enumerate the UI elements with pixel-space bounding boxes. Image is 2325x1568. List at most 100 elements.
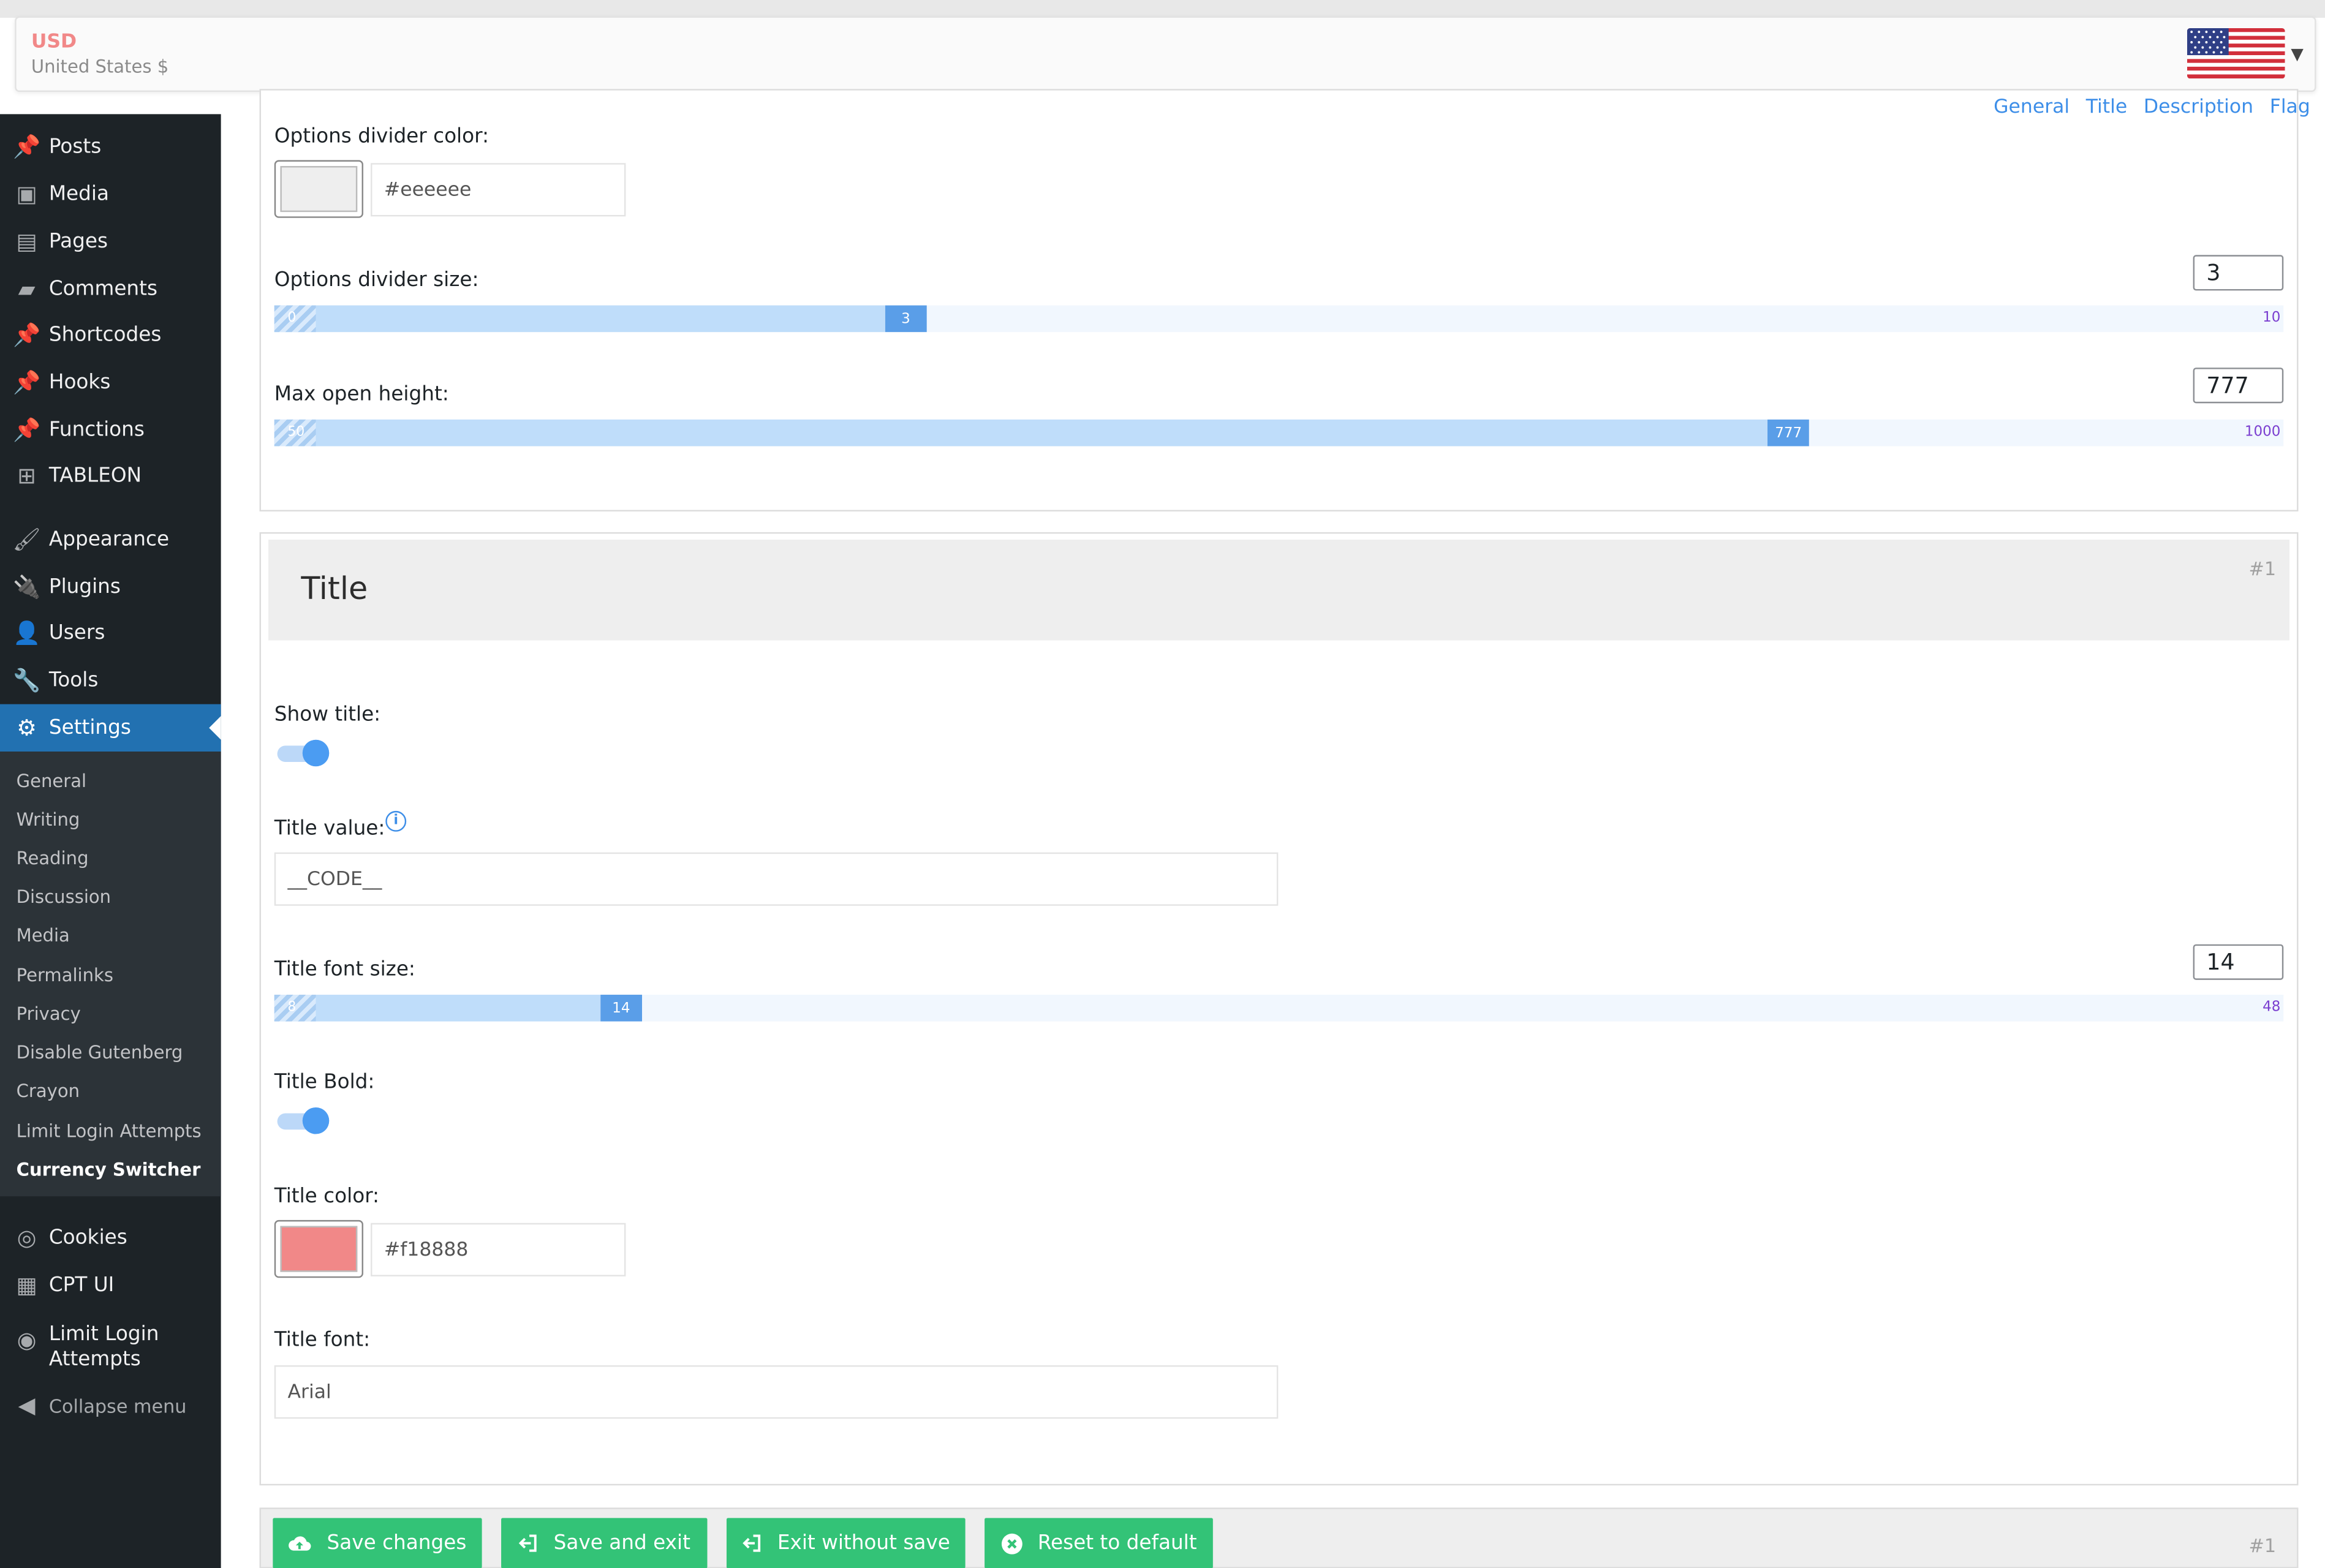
title-section-header: Title #1 [268, 539, 2289, 641]
section-number: #1 [2248, 1534, 2277, 1557]
sidebar-item-cookies[interactable]: ◎ Cookies [0, 1214, 221, 1261]
submenu-crayon[interactable]: Crayon [17, 1080, 80, 1101]
settings-icon: ⚙ [17, 714, 37, 742]
pin-icon: 📌 [12, 322, 41, 349]
submenu-writing[interactable]: Writing [17, 809, 80, 830]
submenu-limit-login-attempts[interactable]: Limit Login Attempts [17, 1121, 202, 1142]
title-color-swatch [280, 1226, 358, 1272]
submenu-discussion[interactable]: Discussion [17, 886, 111, 907]
title-value-label: Title value: [274, 816, 385, 841]
sidebar-item-posts[interactable]: 📌 Posts [0, 123, 221, 170]
toggle-knob [302, 739, 330, 767]
sidebar-item-comments[interactable]: ▰ Comments [0, 265, 221, 312]
max-height-input[interactable]: 777 [2193, 368, 2284, 404]
title-bold-toggle[interactable] [277, 1106, 331, 1136]
sidebar-item-tableon[interactable]: ⊞ TABLEON [0, 452, 221, 499]
title-color-picker[interactable] [274, 1219, 363, 1278]
chevron-down-icon[interactable]: ▼ [2291, 45, 2303, 64]
sidebar-item-media[interactable]: ▣ Media [0, 170, 221, 217]
admin-sidebar: 📌 Posts ▣ Media ▤ Pages ▰ Comments 📌 Shortcod… [0, 114, 221, 1568]
slider-fill [274, 305, 885, 333]
pin-icon: 📌 [12, 369, 41, 396]
cloud-upload-icon [289, 1534, 312, 1552]
currency-name: United States $ [31, 56, 169, 77]
toggle-knob [302, 1107, 330, 1134]
tab-title[interactable]: Title [2086, 96, 2127, 118]
sidebar-item-hooks[interactable]: 📌 Hooks [0, 359, 221, 406]
divider-size-slider[interactable]: 0 3 10 [274, 305, 2284, 333]
slider-handle[interactable]: 14 [600, 995, 642, 1022]
title-font-size-slider[interactable]: 8 14 48 [274, 995, 2284, 1022]
user-icon: 👤 [12, 619, 41, 647]
title-font-size-input[interactable]: 14 [2193, 944, 2284, 980]
grid-icon: ⊞ [17, 462, 36, 489]
divider-color-swatch [280, 166, 358, 213]
sidebar-item-tools[interactable]: 🔧 Tools [0, 657, 221, 704]
section-title: Title [301, 570, 368, 606]
fingerprint-icon: ◉ [17, 1327, 37, 1354]
title-font-select[interactable]: Arial [274, 1365, 1279, 1419]
slider-max-label: 10 [2263, 309, 2281, 326]
slider-fill [274, 995, 601, 1022]
save-changes-button[interactable]: Save changes [273, 1518, 482, 1568]
title-value-input[interactable]: __CODE__ [274, 852, 1279, 906]
submenu-privacy[interactable]: Privacy [17, 1004, 81, 1025]
sidebar-item-cpt-ui[interactable]: ▦ CPT UI [0, 1262, 221, 1309]
tab-description[interactable]: Description [2144, 96, 2253, 118]
section-tabs: General Title Description Flag [1978, 96, 2310, 118]
slider-handle[interactable]: 3 [885, 305, 927, 333]
exit-without-save-button[interactable]: Exit without save [726, 1518, 966, 1568]
submenu-reading[interactable]: Reading [17, 848, 89, 869]
sidebar-item-appearance[interactable]: 🖌 Appearance [0, 516, 221, 563]
submenu-permalinks[interactable]: Permalinks [17, 965, 113, 986]
divider-size-input[interactable]: 3 [2193, 255, 2284, 291]
media-icon: ▣ [16, 181, 37, 208]
title-font-label: Title font: [274, 1328, 371, 1352]
sidebar-item-shortcodes[interactable]: 📌 Shortcodes [0, 311, 221, 358]
sidebar-item-pages[interactable]: ▤ Pages [0, 218, 221, 265]
max-height-slider[interactable]: 50 777 1000 [274, 419, 2284, 447]
wrench-icon: 🔧 [12, 667, 41, 694]
submenu-currency-switcher[interactable]: Currency Switcher [17, 1159, 201, 1180]
slider-handle[interactable]: 777 [1767, 419, 1810, 447]
currency-preview[interactable]: USD United States $ ▼ [15, 16, 2316, 92]
show-title-label: Show title: [274, 703, 381, 726]
plugin-icon: 🔌 [12, 573, 41, 601]
reset-to-default-button[interactable]: Reset to default [985, 1518, 1213, 1568]
qr-icon: ▦ [16, 1272, 37, 1299]
collapse-menu-button[interactable]: ◀ Collapse menu [0, 1382, 221, 1429]
submenu-disable-gutenberg[interactable]: Disable Gutenberg [17, 1042, 183, 1063]
settings-submenu: General Writing Reading Discussion Media… [0, 752, 221, 1197]
close-circle-icon [1000, 1532, 1023, 1554]
divider-color-picker[interactable] [274, 160, 363, 218]
divider-size-label: Options divider size: [274, 268, 479, 292]
pages-icon: ▤ [16, 228, 37, 255]
save-and-exit-button[interactable]: Save and exit [501, 1518, 708, 1568]
slider-min-label: 50 [274, 419, 316, 447]
sidebar-item-settings[interactable]: ⚙ Settings [0, 704, 221, 752]
top-strip [0, 0, 2325, 18]
slider-max-label: 1000 [2244, 424, 2281, 440]
max-height-label: Max open height: [274, 382, 449, 407]
exit-icon [518, 1533, 539, 1554]
tab-flag[interactable]: Flag [2270, 96, 2310, 118]
tab-general[interactable]: General [1994, 96, 2070, 118]
show-title-toggle[interactable] [277, 738, 331, 767]
title-color-input[interactable]: #f18888 [371, 1223, 626, 1276]
options-panel [259, 89, 2299, 512]
pin-icon: 📌 [12, 133, 41, 160]
divider-color-label: Options divider color: [274, 124, 490, 149]
slider-fill [274, 419, 1768, 447]
info-icon[interactable]: i [385, 810, 407, 832]
us-flag-icon [2187, 28, 2285, 79]
divider-color-input[interactable]: #eeeeee [371, 163, 626, 217]
sidebar-item-plugins[interactable]: 🔌 Plugins [0, 564, 221, 611]
sidebar-item-functions[interactable]: 📌 Functions [0, 406, 221, 453]
submenu-general[interactable]: General [17, 771, 86, 792]
sidebar-item-users[interactable]: 👤 Users [0, 609, 221, 657]
submenu-media[interactable]: Media [17, 925, 70, 946]
sidebar-item-limit-login[interactable]: ◉ Limit Login Attempts [0, 1318, 221, 1378]
title-bold-label: Title Bold: [274, 1070, 375, 1095]
slider-max-label: 48 [2263, 999, 2281, 1016]
comment-icon: ▰ [18, 276, 36, 303]
